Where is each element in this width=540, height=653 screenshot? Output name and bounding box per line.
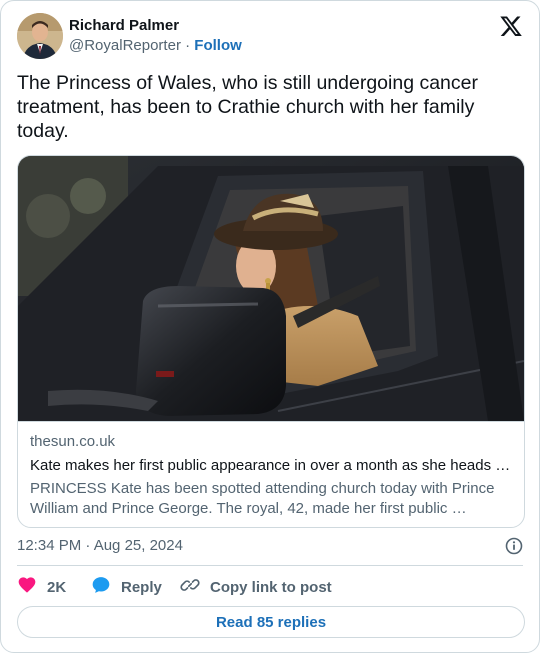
tweet-timestamp[interactable]: 12:34 PM · Aug 25, 2024 <box>17 536 183 556</box>
card-image[interactable] <box>18 156 524 422</box>
copy-link-button[interactable]: Copy link to post <box>180 575 332 599</box>
author-handle-line: @RoyalReporter · Follow <box>69 36 242 56</box>
read-replies-button[interactable]: Read 85 replies <box>17 606 525 638</box>
x-logo-icon[interactable] <box>499 14 523 38</box>
card-body: thesun.co.uk Kate makes her first public… <box>30 432 512 519</box>
speech-bubble-icon <box>91 575 111 600</box>
divider <box>17 565 523 566</box>
link-icon <box>180 575 200 600</box>
author-handle[interactable]: @RoyalReporter <box>69 37 181 54</box>
card-domain: thesun.co.uk <box>30 433 116 450</box>
tweet-text: The Princess of Wales, who is still unde… <box>17 72 478 142</box>
like-button[interactable]: 2K <box>17 575 66 599</box>
copy-link-label: Copy link to post <box>210 578 332 596</box>
separator-dot: · <box>185 37 191 54</box>
link-preview-card[interactable]: thesun.co.uk Kate makes her first public… <box>17 155 525 528</box>
action-bar: 2K Reply Copy link to post <box>17 575 523 599</box>
info-icon[interactable] <box>505 537 523 555</box>
avatar[interactable] <box>17 13 63 59</box>
reply-button[interactable]: Reply <box>91 575 162 599</box>
tweet-embed: Richard Palmer @RoyalReporter · Follow T… <box>0 0 540 653</box>
author-info: Richard Palmer @RoyalReporter · Follow <box>69 16 242 56</box>
author-name[interactable]: Richard Palmer <box>69 16 242 36</box>
heart-icon <box>17 575 37 600</box>
reply-label: Reply <box>121 578 162 596</box>
tweet-header: Richard Palmer @RoyalReporter · Follow <box>17 13 523 61</box>
card-description: PRINCESS Kate has been spotted attending… <box>30 480 495 517</box>
card-title: Kate makes her first public appearance i… <box>30 457 512 474</box>
like-count: 2K <box>47 578 67 596</box>
follow-link[interactable]: Follow <box>194 37 242 54</box>
